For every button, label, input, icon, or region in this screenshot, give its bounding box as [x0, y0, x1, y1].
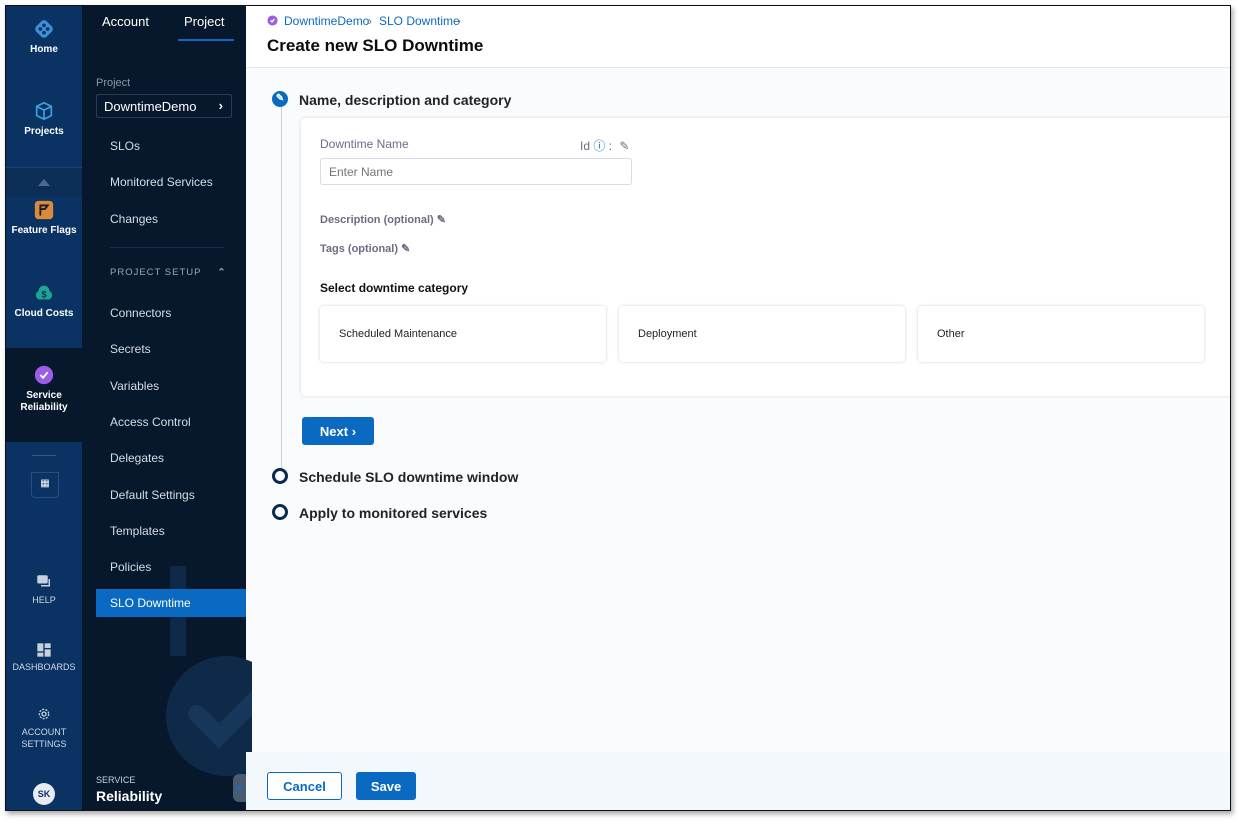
breadcrumb-separator: ›: [368, 14, 372, 28]
nav-item-slos[interactable]: SLOs: [110, 139, 140, 153]
nav-help[interactable]: HELP: [6, 573, 82, 605]
category-label: Select downtime category: [320, 281, 469, 295]
nav-item-changes[interactable]: Changes: [110, 212, 158, 226]
stepper-line: [281, 106, 282, 476]
category-deployment[interactable]: Deployment: [619, 306, 905, 362]
triangle-up-icon: [38, 179, 50, 186]
caret-left-icon: ◀: [235, 783, 242, 792]
home-icon: [35, 20, 53, 38]
breadcrumb-slo-downtime[interactable]: SLO Downtime: [379, 14, 460, 28]
id-label: Id ⓘ : ✎: [580, 139, 630, 153]
grid-icon: ▦: [40, 478, 50, 489]
module-label-small: SERVICE: [96, 775, 136, 785]
active-tab-indicator: [178, 39, 234, 41]
save-button[interactable]: Save: [356, 772, 416, 800]
primary-nav: Home Projects Feature Flags $ Cloud Cost…: [6, 6, 82, 810]
chevron-right-icon: ›: [351, 424, 357, 439]
cloud-dollar-icon: $: [35, 285, 53, 300]
service-reliability-icon: [267, 15, 278, 26]
step-name-description[interactable]: ✎ Name, description and category: [272, 91, 511, 108]
nav-item-templates[interactable]: Templates: [110, 524, 165, 538]
project-setup-header[interactable]: PROJECT SETUP ⌃: [110, 267, 226, 278]
pencil-icon: ✎: [436, 214, 446, 226]
avatar[interactable]: SK: [33, 783, 55, 805]
breadcrumb-separator: ›: [457, 14, 461, 28]
project-label: Project: [96, 77, 131, 89]
next-button[interactable]: Next ›: [302, 417, 374, 445]
service-reliability-icon: [34, 365, 54, 385]
step-circle-icon: [272, 504, 288, 520]
nav-item-secrets[interactable]: Secrets: [110, 342, 151, 356]
svg-text:$: $: [41, 290, 46, 300]
chevron-right-icon: ›: [218, 98, 223, 113]
page-header: DowntimeDemo › SLO Downtime › Create new…: [246, 6, 1230, 68]
tab-account[interactable]: Account: [102, 14, 149, 29]
downtime-name-label: Downtime Name: [320, 137, 409, 151]
project-selector[interactable]: DowntimeDemo ›: [96, 94, 232, 118]
tab-project[interactable]: Project: [184, 14, 224, 29]
secondary-nav: Account Project Project DowntimeDemo › SL…: [82, 6, 252, 810]
tags-toggle[interactable]: Tags (optional) ✎: [320, 242, 410, 255]
category-scheduled-maintenance[interactable]: Scheduled Maintenance: [320, 306, 606, 362]
nav-item-slo-downtime[interactable]: SLO Downtime: [96, 589, 246, 617]
nav-item-connectors[interactable]: Connectors: [110, 306, 171, 320]
module-label: Reliability: [96, 788, 163, 804]
nav-feature-flags[interactable]: Feature Flags: [6, 199, 82, 236]
step-form-card: Downtime Name Id ⓘ : ✎ Description (opti…: [301, 118, 1230, 396]
divider: [32, 455, 56, 456]
nav-item-monitored-services[interactable]: Monitored Services: [110, 175, 213, 189]
nav-item-access-control[interactable]: Access Control: [110, 415, 191, 429]
nav-item-delegates[interactable]: Delegates: [110, 451, 164, 465]
page-title: Create new SLO Downtime: [267, 36, 484, 55]
gear-icon: [38, 708, 50, 720]
info-icon[interactable]: ⓘ: [593, 139, 605, 153]
nav-projects[interactable]: Projects: [6, 100, 82, 137]
breadcrumb-project[interactable]: DowntimeDemo: [284, 14, 369, 28]
nav-account-settings[interactable]: ACCOUNT SETTINGS: [6, 706, 82, 750]
footer: Cancel Save: [246, 752, 1230, 810]
dashboard-icon: [37, 643, 51, 657]
flag-icon: [34, 200, 54, 220]
scroll-up-button[interactable]: [6, 167, 82, 197]
step-circle-icon: [272, 468, 288, 484]
category-other[interactable]: Other: [918, 306, 1204, 362]
step-apply[interactable]: Apply to monitored services: [272, 504, 487, 521]
nav-cloud-costs[interactable]: $ Cloud Costs: [6, 282, 82, 319]
chevron-up-icon: ⌃: [217, 267, 227, 278]
nav-service-reliability[interactable]: Service Reliability: [6, 348, 82, 442]
nav-item-default-settings[interactable]: Default Settings: [110, 488, 195, 502]
collapse-nav-button[interactable]: ◀: [233, 774, 246, 802]
pencil-icon: ✎: [401, 243, 411, 255]
pencil-icon: ✎: [272, 91, 288, 107]
nav-dashboards[interactable]: DASHBOARDS: [6, 642, 82, 672]
cube-icon: [35, 101, 53, 121]
all-modules-button[interactable]: ▦: [31, 472, 59, 498]
nav-item-policies[interactable]: Policies: [110, 560, 151, 574]
description-toggle[interactable]: Description (optional) ✎: [320, 213, 446, 226]
divider: [110, 247, 224, 248]
step-schedule[interactable]: Schedule SLO downtime window: [272, 468, 518, 485]
edit-id-icon[interactable]: ✎: [619, 139, 629, 153]
nav-home[interactable]: Home: [6, 18, 82, 55]
downtime-name-input[interactable]: [320, 158, 632, 185]
cancel-button[interactable]: Cancel: [267, 772, 342, 800]
nav-item-variables[interactable]: Variables: [110, 379, 159, 393]
help-icon: [37, 575, 50, 587]
